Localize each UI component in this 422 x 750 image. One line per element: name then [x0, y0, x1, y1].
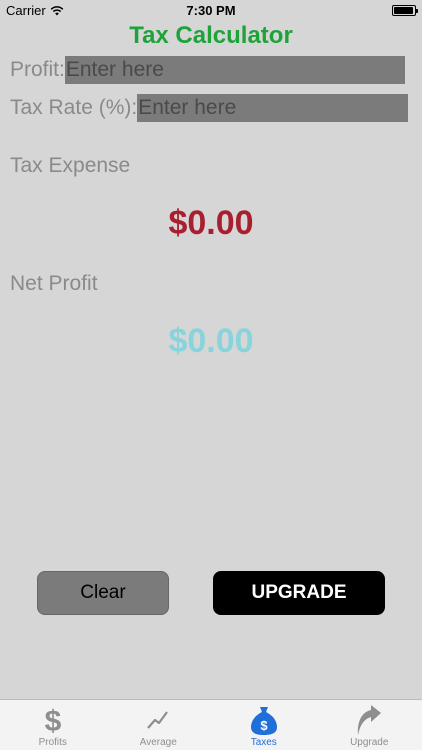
tab-profits[interactable]: $ Profits [0, 700, 106, 750]
tax-expense-label: Tax Expense [10, 154, 131, 177]
battery-icon [392, 5, 418, 16]
tax-expense-value: $0.00 [168, 204, 254, 242]
tab-profits-label: Profits [38, 737, 67, 748]
tab-average-label: Average [139, 737, 177, 748]
page-title: Tax Calculator [129, 22, 293, 49]
trend-icon [147, 711, 169, 729]
clear-button[interactable]: Clear [37, 571, 169, 615]
profit-input[interactable] [64, 56, 405, 84]
svg-text:$: $ [44, 705, 61, 736]
net-profit-value: $0.00 [168, 322, 254, 360]
money-bag-icon: $ [250, 707, 277, 735]
tab-upgrade[interactable]: Upgrade [317, 700, 422, 750]
tax-rate-input[interactable] [137, 94, 409, 122]
svg-text:$: $ [260, 718, 268, 733]
tab-taxes[interactable]: $ Taxes [211, 700, 317, 750]
tab-upgrade-label: Upgrade [350, 737, 389, 748]
tab-taxes-label: Taxes [250, 737, 277, 748]
status-time: 7:30 PM [186, 3, 236, 18]
net-profit-label: Net Profit [10, 272, 98, 295]
tax-rate-row: Tax Rate (%): [10, 94, 409, 122]
upgrade-button[interactable]: UPGRADE [213, 571, 385, 615]
tab-bar: $ Profits Average $ Taxes Upgrade [0, 699, 422, 750]
tab-average[interactable]: Average [106, 700, 212, 750]
tax-rate-label: Tax Rate (%): [10, 96, 138, 119]
up-arrow-icon [358, 705, 382, 735]
status-bar: Carrier 7:30 PM [0, 0, 422, 22]
battery-fill [394, 7, 413, 14]
profit-label: Profit: [10, 58, 65, 81]
profit-row: Profit: [10, 56, 405, 84]
dollar-icon: $ [44, 705, 61, 736]
